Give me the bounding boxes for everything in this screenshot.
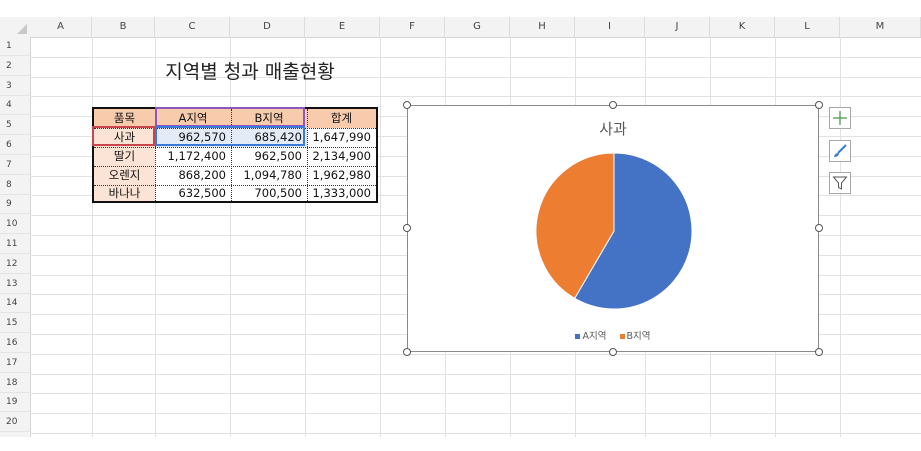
select-all-triangle-icon[interactable]: [17, 24, 27, 34]
resize-handle-bottom[interactable]: [609, 348, 617, 356]
region-a-cell[interactable]: 1,172,400: [155, 147, 231, 166]
legend-swatch-a: [575, 334, 581, 339]
legend-item-a[interactable]: A지역: [575, 331, 606, 342]
resize-handle-left[interactable]: [403, 224, 411, 232]
row-header[interactable]: 7: [0, 156, 30, 175]
region-a-cell[interactable]: 868,200: [155, 166, 231, 185]
table-divider: [94, 147, 376, 148]
total-cell[interactable]: 1,962,980: [307, 166, 376, 185]
gridline: [30, 433, 921, 434]
column-header[interactable]: L: [775, 17, 840, 37]
sheet-title[interactable]: 지역별 청과 매출현황: [120, 57, 380, 87]
series-name-range-highlight[interactable]: [155, 107, 305, 127]
row-header[interactable]: 9: [0, 195, 30, 215]
row-header[interactable]: 10: [0, 215, 30, 235]
row-header[interactable]: 5: [0, 116, 30, 136]
row-header[interactable]: 19: [0, 393, 30, 413]
column-header[interactable]: D: [230, 17, 305, 37]
row-header[interactable]: 11: [0, 235, 30, 254]
column-header[interactable]: K: [710, 17, 775, 37]
column-header[interactable]: G: [445, 17, 510, 37]
row-header[interactable]: 8: [0, 176, 30, 195]
row-header[interactable]: 17: [0, 354, 30, 373]
resize-handle-bottom-right[interactable]: [815, 348, 823, 356]
table-divider: [94, 166, 376, 167]
header-total[interactable]: 합계: [307, 109, 376, 128]
row-header[interactable]: 20: [0, 413, 30, 433]
total-cell[interactable]: 2,134,900: [307, 147, 376, 166]
legend-item-b[interactable]: B지역: [619, 331, 651, 342]
resize-handle-top-right[interactable]: [815, 101, 823, 109]
total-cell[interactable]: 1,333,000: [307, 185, 376, 201]
pie-plot[interactable]: [408, 106, 818, 351]
brush-icon: [834, 144, 847, 157]
region-b-cell[interactable]: 700,500: [231, 185, 307, 201]
gridline: [30, 413, 921, 415]
total-cell[interactable]: 1,647,990: [307, 128, 376, 147]
item-cell[interactable]: 오렌지: [94, 166, 155, 185]
chart-elements-button[interactable]: [829, 107, 851, 129]
row-header[interactable]: 4: [0, 96, 30, 116]
resize-handle-right[interactable]: [815, 224, 823, 232]
row-header[interactable]: 14: [0, 294, 30, 314]
gridline: [30, 353, 921, 355]
column-header[interactable]: E: [305, 17, 380, 37]
row-header[interactable]: 18: [0, 374, 30, 393]
column-header[interactable]: F: [380, 17, 445, 37]
resize-handle-top[interactable]: [609, 101, 617, 109]
column-header[interactable]: M: [840, 17, 921, 37]
gridline: [30, 393, 921, 395]
row-header[interactable]: 3: [0, 77, 30, 96]
column-header[interactable]: J: [645, 17, 710, 37]
region-a-cell[interactable]: 632,500: [155, 185, 231, 201]
region-b-cell[interactable]: 962,500: [231, 147, 307, 166]
legend-swatch-b: [619, 334, 625, 339]
chart-legend[interactable]: A지역 B지역: [408, 328, 818, 342]
row-header[interactable]: 16: [0, 334, 30, 353]
filter-icon: [832, 176, 848, 190]
column-header[interactable]: I: [575, 17, 645, 37]
pie-chart[interactable]: 사과 A지역 B지역: [407, 105, 819, 352]
row-header[interactable]: 1: [0, 37, 30, 56]
column-header[interactable]: B: [92, 17, 155, 37]
category-range-highlight[interactable]: [92, 126, 155, 146]
table-divider: [94, 185, 376, 186]
row-header[interactable]: 15: [0, 314, 30, 334]
item-cell[interactable]: 바나나: [94, 185, 155, 201]
legend-label-a: A지역: [582, 331, 607, 342]
resize-handle-top-left[interactable]: [403, 101, 411, 109]
legend-label-b: B지역: [626, 331, 651, 342]
item-cell[interactable]: 딸기: [94, 147, 155, 166]
row-header[interactable]: 2: [0, 57, 30, 76]
row-header[interactable]: 6: [0, 136, 30, 155]
column-header[interactable]: C: [155, 17, 230, 37]
gridline: [30, 373, 921, 375]
column-header[interactable]: A: [30, 17, 92, 37]
table-divider: [307, 109, 308, 201]
chart-styles-button[interactable]: [829, 140, 851, 162]
resize-handle-bottom-left[interactable]: [403, 348, 411, 356]
row-header[interactable]: 13: [0, 275, 30, 294]
plus-icon: [833, 111, 847, 125]
region-b-cell[interactable]: 1,094,780: [231, 166, 307, 185]
chart-filters-button[interactable]: [829, 172, 851, 194]
column-header[interactable]: H: [510, 17, 575, 37]
gridline: [30, 96, 921, 98]
row-header[interactable]: 12: [0, 255, 30, 274]
values-range-highlight[interactable]: [155, 126, 305, 146]
